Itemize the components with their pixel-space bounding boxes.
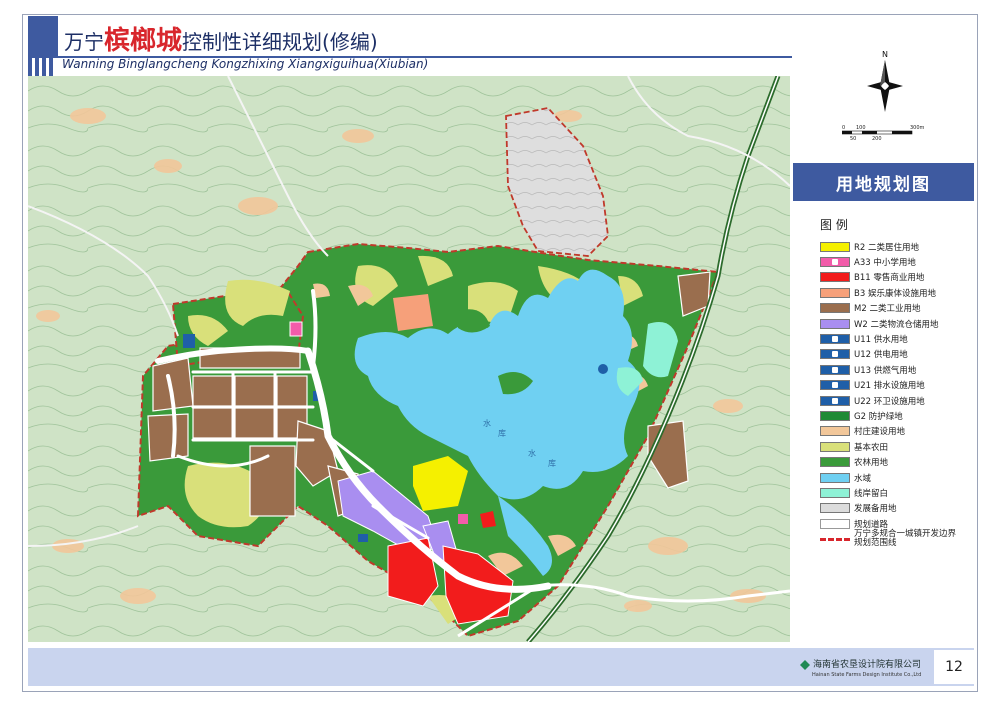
- land-use-map[interactable]: 水 库 水 库: [28, 76, 790, 642]
- legend-swatch: [820, 287, 850, 298]
- legend-label: 万宁多规合一城镇开发边界规划范围线: [854, 529, 957, 549]
- map-canvas: 水 库 水 库: [28, 76, 790, 642]
- title-accent-block: [28, 16, 58, 56]
- water-supply-icon: [820, 334, 850, 345]
- legend-label: 农林用地: [854, 458, 889, 469]
- title-prefix: 万宁: [64, 30, 104, 54]
- legend-item-w2: W2 二类物流仓储用地: [820, 316, 970, 331]
- legend-item-wetland: 线岸留白: [820, 485, 970, 500]
- legend-label: 基本农田: [854, 442, 889, 453]
- road-icon: [820, 518, 850, 529]
- legend-item-r2: R2 二类居住用地: [820, 239, 970, 254]
- lake-label-4: 库: [548, 458, 556, 468]
- lake-label-1: 水: [483, 418, 491, 428]
- north-label: N: [882, 50, 888, 59]
- company-name: 海南省农垦设计院有限公司: [813, 660, 922, 670]
- legend-swatch: [820, 487, 850, 498]
- legend-label: B11 零售商业用地: [854, 273, 925, 284]
- legend-label: U11 供水用地: [854, 335, 908, 346]
- legend-label: U12 供电用地: [854, 350, 908, 361]
- school-icon: [820, 257, 850, 268]
- legend-label: W2 二类物流仓储用地: [854, 319, 939, 330]
- legend-label: R2 二类居住用地: [854, 242, 920, 253]
- legend-swatch: [820, 410, 850, 421]
- drainage-icon: [820, 380, 850, 391]
- legend-title: 图 例: [820, 218, 848, 232]
- svg-text:0: 0: [842, 125, 845, 131]
- legend-item-forest: 农林用地: [820, 454, 970, 469]
- legend-swatch: [820, 241, 850, 252]
- entertainment-land[interactable]: [393, 294, 433, 331]
- title-highlight: 槟榔城: [104, 26, 183, 56]
- legend-label: M2 二类工业用地: [854, 304, 921, 315]
- title-suffix: 控制性详细规划(修编): [182, 30, 378, 54]
- legend-swatch: [820, 318, 850, 329]
- legend-swatch: [820, 472, 850, 483]
- legend-label: B3 娱乐康体设施用地: [854, 288, 936, 299]
- legend-label: 发展备用地: [854, 504, 897, 515]
- svg-text:100: 100: [856, 125, 866, 131]
- legend-item-b11: B11 零售商业用地: [820, 270, 970, 285]
- legend-label: U13 供燃气用地: [854, 365, 917, 376]
- commercial-land[interactable]: [387, 537, 439, 607]
- legend-item-u11: U11 供水用地: [820, 331, 970, 346]
- legend-item-u13: U13 供燃气用地: [820, 362, 970, 377]
- legend-label: 规划道路: [854, 519, 889, 530]
- legend-swatch: [820, 503, 850, 514]
- scale-bar: 0 100 300m 50 200: [841, 123, 932, 143]
- sanitation-icon: [820, 395, 850, 406]
- legend-item-boundary: 万宁多规合一城镇开发边界规划范围线: [820, 529, 970, 549]
- title-stripes: [28, 58, 58, 76]
- legend-label: A33 中小学用地: [854, 258, 916, 269]
- power-supply-icon: [820, 349, 850, 360]
- legend-item-village: 村庄建设用地: [820, 424, 970, 439]
- legend-item-b3: B3 娱乐康体设施用地: [820, 285, 970, 300]
- legend-label: G2 防护绿地: [854, 411, 903, 422]
- legend-swatch: [820, 426, 850, 437]
- title-bar: 万宁槟榔城控制性详细规划(修编): [28, 16, 792, 56]
- legend-item-m2: M2 二类工业用地: [820, 301, 970, 316]
- title-english: Wanning Binglangcheng Kongzhixing Xiangx…: [62, 57, 429, 71]
- lake-label-3: 水: [528, 448, 536, 458]
- legend-swatch: [820, 272, 850, 283]
- legend-label: U21 排水设施用地: [854, 381, 925, 392]
- north-arrow-icon: N: [867, 50, 903, 112]
- legend-item-u22: U22 环卫设施用地: [820, 393, 970, 408]
- svg-text:300m: 300m: [910, 125, 925, 131]
- legend-item-a33: A33 中小学用地: [820, 254, 970, 269]
- legend-swatch: [820, 457, 850, 468]
- dashed-line-icon: [820, 537, 850, 541]
- legend-item-u12: U12 供电用地: [820, 347, 970, 362]
- legend: 图 例 R2 二类居住用地 A33 中小学用地 B11 零售商业用地 B3 娱乐康体设…: [820, 216, 970, 549]
- lake-label-2: 库: [498, 428, 506, 438]
- company-logo-icon: [800, 660, 810, 670]
- legend-item-g2: G2 防护绿地: [820, 408, 970, 423]
- legend-label: 水域: [854, 473, 872, 484]
- page-title: 万宁槟榔城控制性详细规划(修编): [64, 20, 378, 57]
- title-dash-rule: [452, 56, 792, 58]
- legend-swatch: [820, 303, 850, 314]
- gas-supply-icon: [820, 364, 850, 375]
- page-number: 12: [934, 650, 974, 684]
- legend-label: 线岸留白: [854, 488, 889, 499]
- map-title: 用地规划图: [793, 163, 974, 201]
- legend-swatch: [820, 441, 850, 452]
- school-land-2[interactable]: [458, 514, 468, 524]
- svg-text:200: 200: [872, 136, 882, 142]
- legend-item-reserve: 发展备用地: [820, 501, 970, 516]
- company-name-en: Hainan State Farms Design Institute Co.,…: [812, 672, 922, 678]
- legend-items: R2 二类居住用地 A33 中小学用地 B11 零售商业用地 B3 娱乐康体设施用地 M…: [820, 239, 970, 549]
- svg-text:50: 50: [850, 136, 856, 142]
- legend-label: U22 环卫设施用地: [854, 396, 925, 407]
- legend-item-water: 水域: [820, 470, 970, 485]
- legend-item-farmland: 基本农田: [820, 439, 970, 454]
- school-land[interactable]: [289, 321, 303, 337]
- legend-label: 村庄建设用地: [854, 427, 906, 438]
- legend-item-u21: U21 排水设施用地: [820, 378, 970, 393]
